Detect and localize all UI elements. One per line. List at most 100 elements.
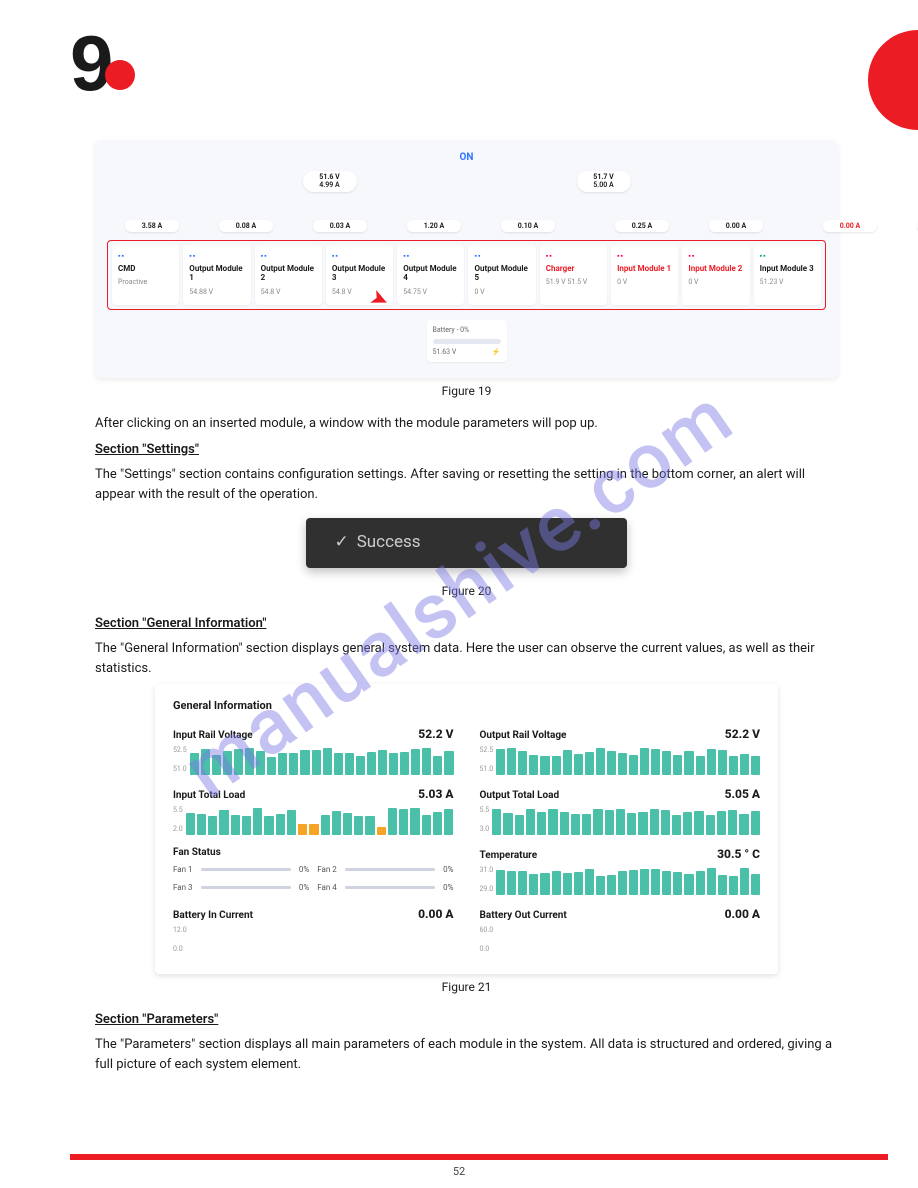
bar-chart (186, 805, 454, 837)
gi-name: Battery Out Current (480, 908, 567, 923)
module-icon: ▪▪ (688, 251, 743, 262)
logo-char: 9 (70, 19, 109, 107)
battery-title: Battery - 0% (433, 325, 501, 336)
bubble: 0.25 A (615, 220, 669, 232)
module-icon: ▪▪ (261, 251, 316, 262)
module-icon: ▪▪ (760, 251, 815, 262)
module-title: Input Module 1 (617, 264, 672, 274)
gi-value: 52.2 V (418, 725, 453, 743)
gi-value: 5.05 A (725, 785, 760, 803)
gi-name: Temperature (480, 848, 538, 863)
y-axis: 31.029.0 (480, 865, 494, 895)
bubble: 0.00 A (823, 220, 877, 232)
gi-item: Output Rail Voltage52.2 V52.551.0 (480, 725, 761, 777)
logo-dot (105, 60, 135, 90)
value-a: 4.99 A (313, 181, 347, 189)
gi-name: Fan Status (173, 845, 221, 860)
module-sub: 51.23 V (760, 277, 815, 288)
module-card[interactable]: ▪▪ Output Module 4 54.75 V (397, 245, 464, 305)
footer-bar (70, 1154, 888, 1160)
fan-bar (345, 886, 435, 889)
module-card[interactable]: ▪▪Input Module 10 V (611, 245, 678, 305)
y-axis: 60.00.0 (480, 925, 494, 955)
module-title: Input Module 3 (760, 264, 815, 274)
section-general-body: The "General Information" section displa… (95, 639, 838, 678)
module-icon: ▪▪ (118, 251, 173, 262)
module-icon: ▪▪ (332, 251, 387, 262)
module-card[interactable]: ▪▪ Charger 51.9 V 51.5 V (540, 245, 607, 305)
gi-item: Output Total Load 5.05 A 5.53.0 (480, 785, 761, 837)
module-card[interactable]: ▪▪ Output Module 2 54.8 V (255, 245, 322, 305)
text-above-diagram: After clicking on an inserted module, a … (95, 414, 838, 434)
module-card[interactable]: ▪▪CMDProactive (112, 245, 179, 305)
gi-value: 0.00 A (418, 905, 453, 923)
y-axis: 52.551.0 (173, 745, 187, 775)
battery-card[interactable]: Battery - 0% 51.63 V ⚡ (427, 320, 507, 362)
fan-val: 0% (299, 864, 309, 876)
figure-20-label: Figure 20 (95, 582, 838, 600)
fan-val: 0% (443, 882, 453, 894)
section-parameters-title: Section "Parameters" (95, 1010, 838, 1030)
battery-bar (433, 339, 501, 344)
bar-chart (492, 805, 760, 837)
module-title: Output Module 5 (474, 264, 529, 283)
module-title: Charger (546, 264, 601, 274)
module-title: Output Module 2 (261, 264, 316, 283)
system-diagram: ON 51.6 V 4.99 A 51.7 V 5.00 A 3.58 A0.0… (95, 140, 838, 378)
gi-value: 5.03 A (418, 785, 453, 803)
module-card[interactable]: ▪▪ Input Module 3 51.23 V (754, 245, 821, 305)
gi-item: Temperature 30.5 ° C 31.029.0 (480, 845, 761, 897)
y-axis: 5.52.0 (173, 805, 183, 835)
fan-name: Fan 3 (173, 882, 193, 894)
module-card[interactable]: ▪▪Output Module 154.88 V (183, 245, 250, 305)
fan-grid: Fan 10%Fan 20%Fan 30%Fan 40% (173, 864, 454, 894)
section-general-title: Section "General Information" (95, 614, 838, 634)
module-icon: ▪▪ (189, 251, 244, 262)
value-a: 5.00 A (587, 181, 621, 189)
module-sub: 54.8 V (261, 287, 316, 298)
fan-val: 0% (299, 882, 309, 894)
y-axis: 52.551.0 (480, 745, 494, 775)
gi-name: Input Total Load (173, 788, 245, 803)
battery-voltage: 51.63 V (433, 347, 457, 358)
module-icon: ▪▪ (403, 251, 458, 262)
bar-chart (190, 745, 454, 777)
module-title: Output Module 4 (403, 264, 458, 283)
gi-item: Input Rail Voltage 52.2 V 52.551.0 (173, 725, 454, 777)
content: ON 51.6 V 4.99 A 51.7 V 5.00 A 3.58 A0.0… (95, 140, 838, 1080)
module-title: Output Module 3 (332, 264, 387, 283)
value-v: 51.6 V (313, 173, 347, 181)
modules-highlight-box: ▪▪CMDProactive▪▪Output Module 154.88 V▪▪… (107, 240, 826, 310)
module-sub: Proactive (118, 277, 173, 288)
gi-name: Output Total Load (480, 788, 560, 803)
bubble: 3.58 A (125, 220, 179, 232)
figure-21-label: Figure 21 (95, 978, 838, 996)
y-axis: 5.53.0 (480, 805, 490, 835)
figure-19-label: Figure 19 (95, 382, 838, 400)
module-sub: 54.75 V (403, 287, 458, 298)
module-sub: 51.9 V 51.5 V (546, 277, 601, 288)
module-card[interactable]: ▪▪Input Module 20 V (682, 245, 749, 305)
mid-bubbles: 3.58 A0.08 A0.03 A1.20 A0.10 A0.25 A0.00… (107, 220, 826, 232)
gi-item: Battery Out Current0.00 A60.00.0 (480, 905, 761, 956)
general-info-card: General Information Input Rail Voltage52… (155, 684, 778, 974)
top-bubbles: 51.6 V 4.99 A 51.7 V 5.00 A (107, 171, 826, 192)
check-icon: ✓ (334, 530, 348, 556)
module-sub: 0 V (474, 287, 529, 298)
module-title: Input Module 2 (688, 264, 743, 274)
bubble-top-right: 51.7 V 5.00 A (577, 171, 631, 192)
fan-bar (345, 868, 435, 871)
modules-row: ▪▪CMDProactive▪▪Output Module 154.88 V▪▪… (112, 245, 821, 305)
module-sub: 0 V (617, 277, 672, 288)
section-settings-body: The "Settings" section contains configur… (95, 465, 838, 504)
module-icon: ▪▪ (546, 251, 601, 262)
label-on: ON (107, 150, 826, 165)
module-sub: 54.88 V (189, 287, 244, 298)
fan-name: Fan 4 (317, 882, 337, 894)
bubble: 0.00 A (709, 220, 763, 232)
corner-decor (868, 30, 918, 130)
gi-value: 30.5 ° C (717, 845, 760, 863)
fan-val: 0% (443, 864, 453, 876)
gi-name: Input Rail Voltage (173, 728, 253, 743)
module-card[interactable]: ▪▪Output Module 50 V (468, 245, 535, 305)
